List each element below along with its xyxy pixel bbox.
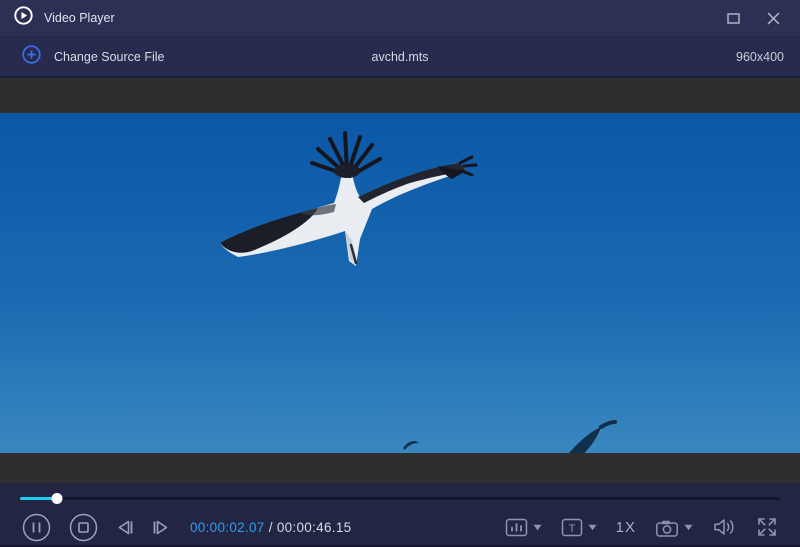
video-player-window: Video Player Change Source File avchd.mt… bbox=[0, 0, 800, 547]
time-separator: / bbox=[268, 519, 273, 535]
change-source-label: Change Source File bbox=[54, 49, 165, 64]
titlebar: Video Player bbox=[0, 0, 800, 37]
source-toolbar: Change Source File avchd.mts 960x400 bbox=[0, 37, 800, 78]
chevron-down-icon bbox=[588, 524, 597, 530]
chevron-down-icon bbox=[684, 524, 693, 530]
video-display-area[interactable] bbox=[0, 78, 800, 483]
svg-text:T: T bbox=[568, 523, 575, 535]
video-scene-bird-in-sky bbox=[0, 113, 800, 453]
playback-controlbar: 00:00:02.07 / 00:00:46.15 T 1X bbox=[0, 483, 800, 547]
maximize-button[interactable] bbox=[718, 5, 748, 31]
speaker-icon bbox=[714, 519, 734, 535]
step-forward-button[interactable] bbox=[147, 514, 174, 541]
pause-button[interactable] bbox=[20, 511, 53, 544]
playback-speed-button[interactable]: 1X bbox=[614, 517, 638, 538]
source-resolution: 960x400 bbox=[736, 49, 784, 64]
change-source-button[interactable]: Change Source File bbox=[22, 44, 165, 69]
fullscreen-button[interactable] bbox=[754, 514, 780, 540]
letterbox-bottom bbox=[0, 453, 800, 483]
chevron-down-icon bbox=[533, 524, 542, 530]
step-backward-button[interactable] bbox=[112, 514, 139, 541]
progress-thumb[interactable] bbox=[51, 493, 63, 504]
progress-track[interactable] bbox=[20, 493, 780, 504]
volume-button[interactable] bbox=[710, 514, 739, 540]
letterbox-top bbox=[0, 78, 800, 113]
playback-speed-label: 1X bbox=[615, 518, 636, 536]
add-circle-icon bbox=[22, 44, 41, 69]
audio-track-icon bbox=[505, 518, 527, 536]
subtitle-icon: T bbox=[561, 518, 582, 536]
total-time: 00:00:46.15 bbox=[276, 519, 352, 535]
time-display: 00:00:02.07 / 00:00:46.15 bbox=[190, 520, 351, 535]
subtitle-button[interactable]: T bbox=[559, 515, 599, 540]
close-button[interactable] bbox=[758, 5, 788, 31]
app-play-icon bbox=[14, 6, 33, 30]
video-frame bbox=[0, 113, 800, 453]
snapshot-button[interactable] bbox=[653, 515, 695, 540]
stop-button[interactable] bbox=[67, 511, 100, 544]
audio-track-button[interactable] bbox=[503, 515, 544, 540]
fullscreen-expand-icon bbox=[758, 518, 776, 536]
app-title: Video Player bbox=[44, 11, 115, 25]
camera-icon bbox=[656, 520, 678, 537]
current-time: 00:00:02.07 bbox=[190, 519, 265, 535]
